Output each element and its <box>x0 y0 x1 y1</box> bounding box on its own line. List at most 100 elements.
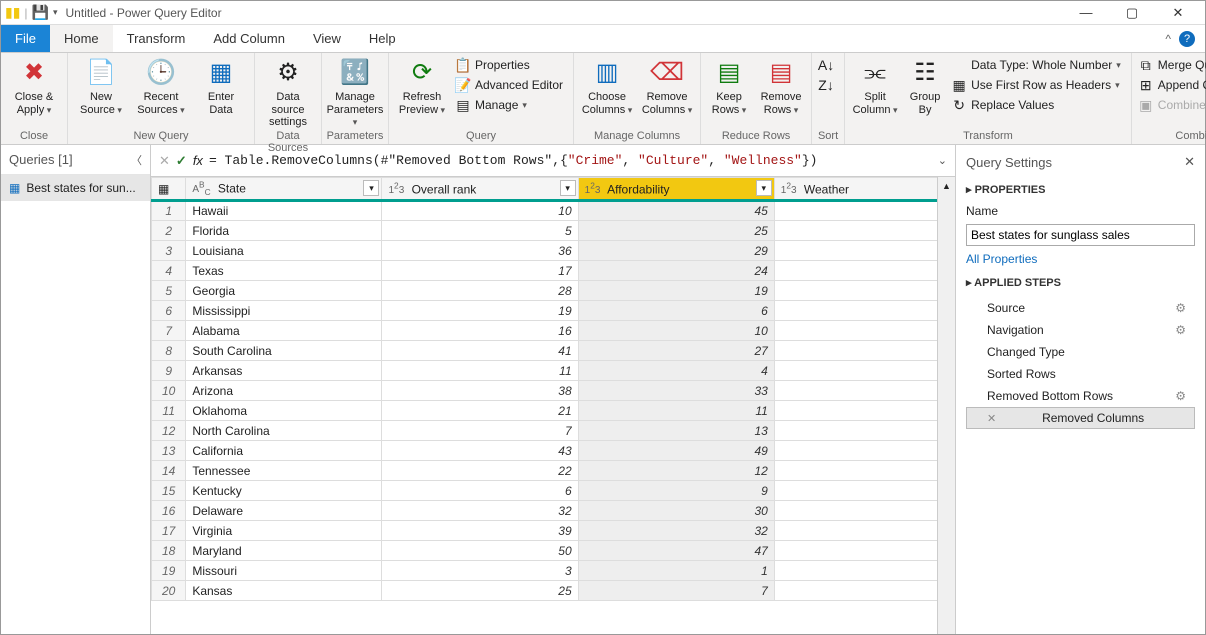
replace-values-button[interactable]: ↻Replace Values <box>949 95 1127 115</box>
cell[interactable]: 2 <box>774 221 937 241</box>
cell[interactable]: 47 <box>578 541 774 561</box>
cell[interactable]: Delaware <box>186 501 382 521</box>
step-removed-bottom-rows[interactable]: Removed Bottom Rows⚙ <box>966 385 1195 407</box>
data-type-button[interactable]: Data Type: Whole Number <box>949 55 1127 75</box>
cell[interactable]: 41 <box>382 341 578 361</box>
table-row[interactable]: 8South Carolina41278 <box>152 341 938 361</box>
cell[interactable]: 11 <box>382 361 578 381</box>
row-number[interactable]: 16 <box>152 501 186 521</box>
cell[interactable]: 11 <box>578 401 774 421</box>
row-number[interactable]: 7 <box>152 321 186 341</box>
step-navigation[interactable]: Navigation⚙ <box>966 319 1195 341</box>
cell[interactable]: Virginia <box>186 521 382 541</box>
table-row[interactable]: 13California434913 <box>152 441 938 461</box>
cell[interactable]: 1 <box>774 201 937 221</box>
tab-home[interactable]: Home <box>50 25 113 52</box>
help-icon[interactable]: ? <box>1179 31 1195 47</box>
row-number[interactable]: 19 <box>152 561 186 581</box>
recent-sources-button[interactable]: 🕒Recent Sources <box>132 55 190 116</box>
close-window-button[interactable]: ✕ <box>1155 1 1201 25</box>
cell[interactable]: 33 <box>578 381 774 401</box>
query-name-input[interactable] <box>966 224 1195 246</box>
row-number[interactable]: 15 <box>152 481 186 501</box>
cell[interactable]: 49 <box>578 441 774 461</box>
first-row-headers-button[interactable]: ▦Use First Row as Headers <box>949 75 1127 95</box>
cell[interactable]: 18 <box>774 541 937 561</box>
cell[interactable]: 45 <box>578 201 774 221</box>
formula-text[interactable]: = Table.RemoveColumns(#"Removed Bottom R… <box>209 153 932 168</box>
cell[interactable]: South Carolina <box>186 341 382 361</box>
column-header-state[interactable]: ABC State▾ <box>186 178 382 201</box>
append-queries-button[interactable]: ⊞Append Queries <box>1136 75 1206 95</box>
step-sorted-rows[interactable]: Sorted Rows <box>966 363 1195 385</box>
group-by-button[interactable]: ☷Group By <box>903 55 947 116</box>
cell[interactable]: 11 <box>774 401 937 421</box>
row-number[interactable]: 4 <box>152 261 186 281</box>
cell[interactable]: 6 <box>774 301 937 321</box>
table-row[interactable]: 3Louisiana36293 <box>152 241 938 261</box>
table-row[interactable]: 12North Carolina71312 <box>152 421 938 441</box>
vertical-scrollbar[interactable]: ▲ <box>937 177 955 634</box>
cell[interactable]: 10 <box>578 321 774 341</box>
cell[interactable]: 50 <box>382 541 578 561</box>
cell[interactable]: 27 <box>578 341 774 361</box>
cell[interactable]: 4 <box>578 361 774 381</box>
row-number[interactable]: 17 <box>152 521 186 541</box>
table-row[interactable]: 5Georgia28195 <box>152 281 938 301</box>
row-number[interactable]: 18 <box>152 541 186 561</box>
data-source-settings-button[interactable]: ⚙Data source settings <box>259 55 317 129</box>
choose-columns-button[interactable]: ▥Choose Columns <box>578 55 636 116</box>
cell[interactable]: 25 <box>578 221 774 241</box>
table-row[interactable]: 9Arkansas1149 <box>152 361 938 381</box>
cell[interactable]: 10 <box>382 201 578 221</box>
cell[interactable]: 1 <box>578 561 774 581</box>
cell[interactable]: 7 <box>578 581 774 601</box>
cell[interactable]: 30 <box>578 501 774 521</box>
refresh-preview-button[interactable]: ⟳Refresh Preview <box>393 55 451 116</box>
cell[interactable]: 16 <box>382 321 578 341</box>
row-number[interactable]: 2 <box>152 221 186 241</box>
collapse-queries-icon[interactable]: 〈 <box>131 152 142 168</box>
delete-step-icon[interactable]: ✕ <box>987 412 996 425</box>
row-number[interactable]: 14 <box>152 461 186 481</box>
cell[interactable]: 17 <box>774 521 937 541</box>
cell[interactable]: 3 <box>774 241 937 261</box>
table-row[interactable]: 19Missouri3119 <box>152 561 938 581</box>
collapse-ribbon-icon[interactable]: ^ <box>1165 32 1171 46</box>
step-changed-type[interactable]: Changed Type <box>966 341 1195 363</box>
cell[interactable]: 22 <box>382 461 578 481</box>
cell[interactable]: California <box>186 441 382 461</box>
cell[interactable]: Georgia <box>186 281 382 301</box>
cell[interactable]: 13 <box>774 441 937 461</box>
cell[interactable]: 43 <box>382 441 578 461</box>
manage-button[interactable]: ▤Manage <box>453 95 569 115</box>
gear-icon[interactable]: ⚙ <box>1175 389 1186 403</box>
column-header-affordability[interactable]: 123 Affordability▾ <box>578 178 774 201</box>
keep-rows-button[interactable]: ▤Keep Rows <box>705 55 753 116</box>
tab-view[interactable]: View <box>299 25 355 52</box>
maximize-button[interactable]: ▢ <box>1109 1 1155 25</box>
cell[interactable]: 14 <box>774 461 937 481</box>
cell[interactable]: 39 <box>382 521 578 541</box>
row-number[interactable]: 10 <box>152 381 186 401</box>
cell[interactable]: Kentucky <box>186 481 382 501</box>
cell[interactable]: 32 <box>578 521 774 541</box>
tab-help[interactable]: Help <box>355 25 410 52</box>
row-number[interactable]: 12 <box>152 421 186 441</box>
filter-icon[interactable]: ▾ <box>560 180 576 196</box>
cell[interactable]: 3 <box>382 561 578 581</box>
enter-data-button[interactable]: ▦Enter Data <box>192 55 250 116</box>
cancel-formula-icon[interactable]: ✕ <box>159 153 170 169</box>
table-row[interactable]: 18Maryland504718 <box>152 541 938 561</box>
cell[interactable]: 19 <box>774 561 937 581</box>
split-column-button[interactable]: ⫘Split Column <box>849 55 901 116</box>
properties-button[interactable]: 📋Properties <box>453 55 569 75</box>
manage-parameters-button[interactable]: 🔣Manage Parameters <box>326 55 384 129</box>
row-number[interactable]: 6 <box>152 301 186 321</box>
query-item[interactable]: ▦ Best states for sun... <box>1 175 150 201</box>
new-source-button[interactable]: 📄New Source <box>72 55 130 116</box>
fx-icon[interactable]: fx <box>193 153 203 168</box>
cell[interactable]: Texas <box>186 261 382 281</box>
commit-formula-icon[interactable]: ✓ <box>176 153 187 169</box>
column-header-overall-rank[interactable]: 123 Overall rank▾ <box>382 178 578 201</box>
